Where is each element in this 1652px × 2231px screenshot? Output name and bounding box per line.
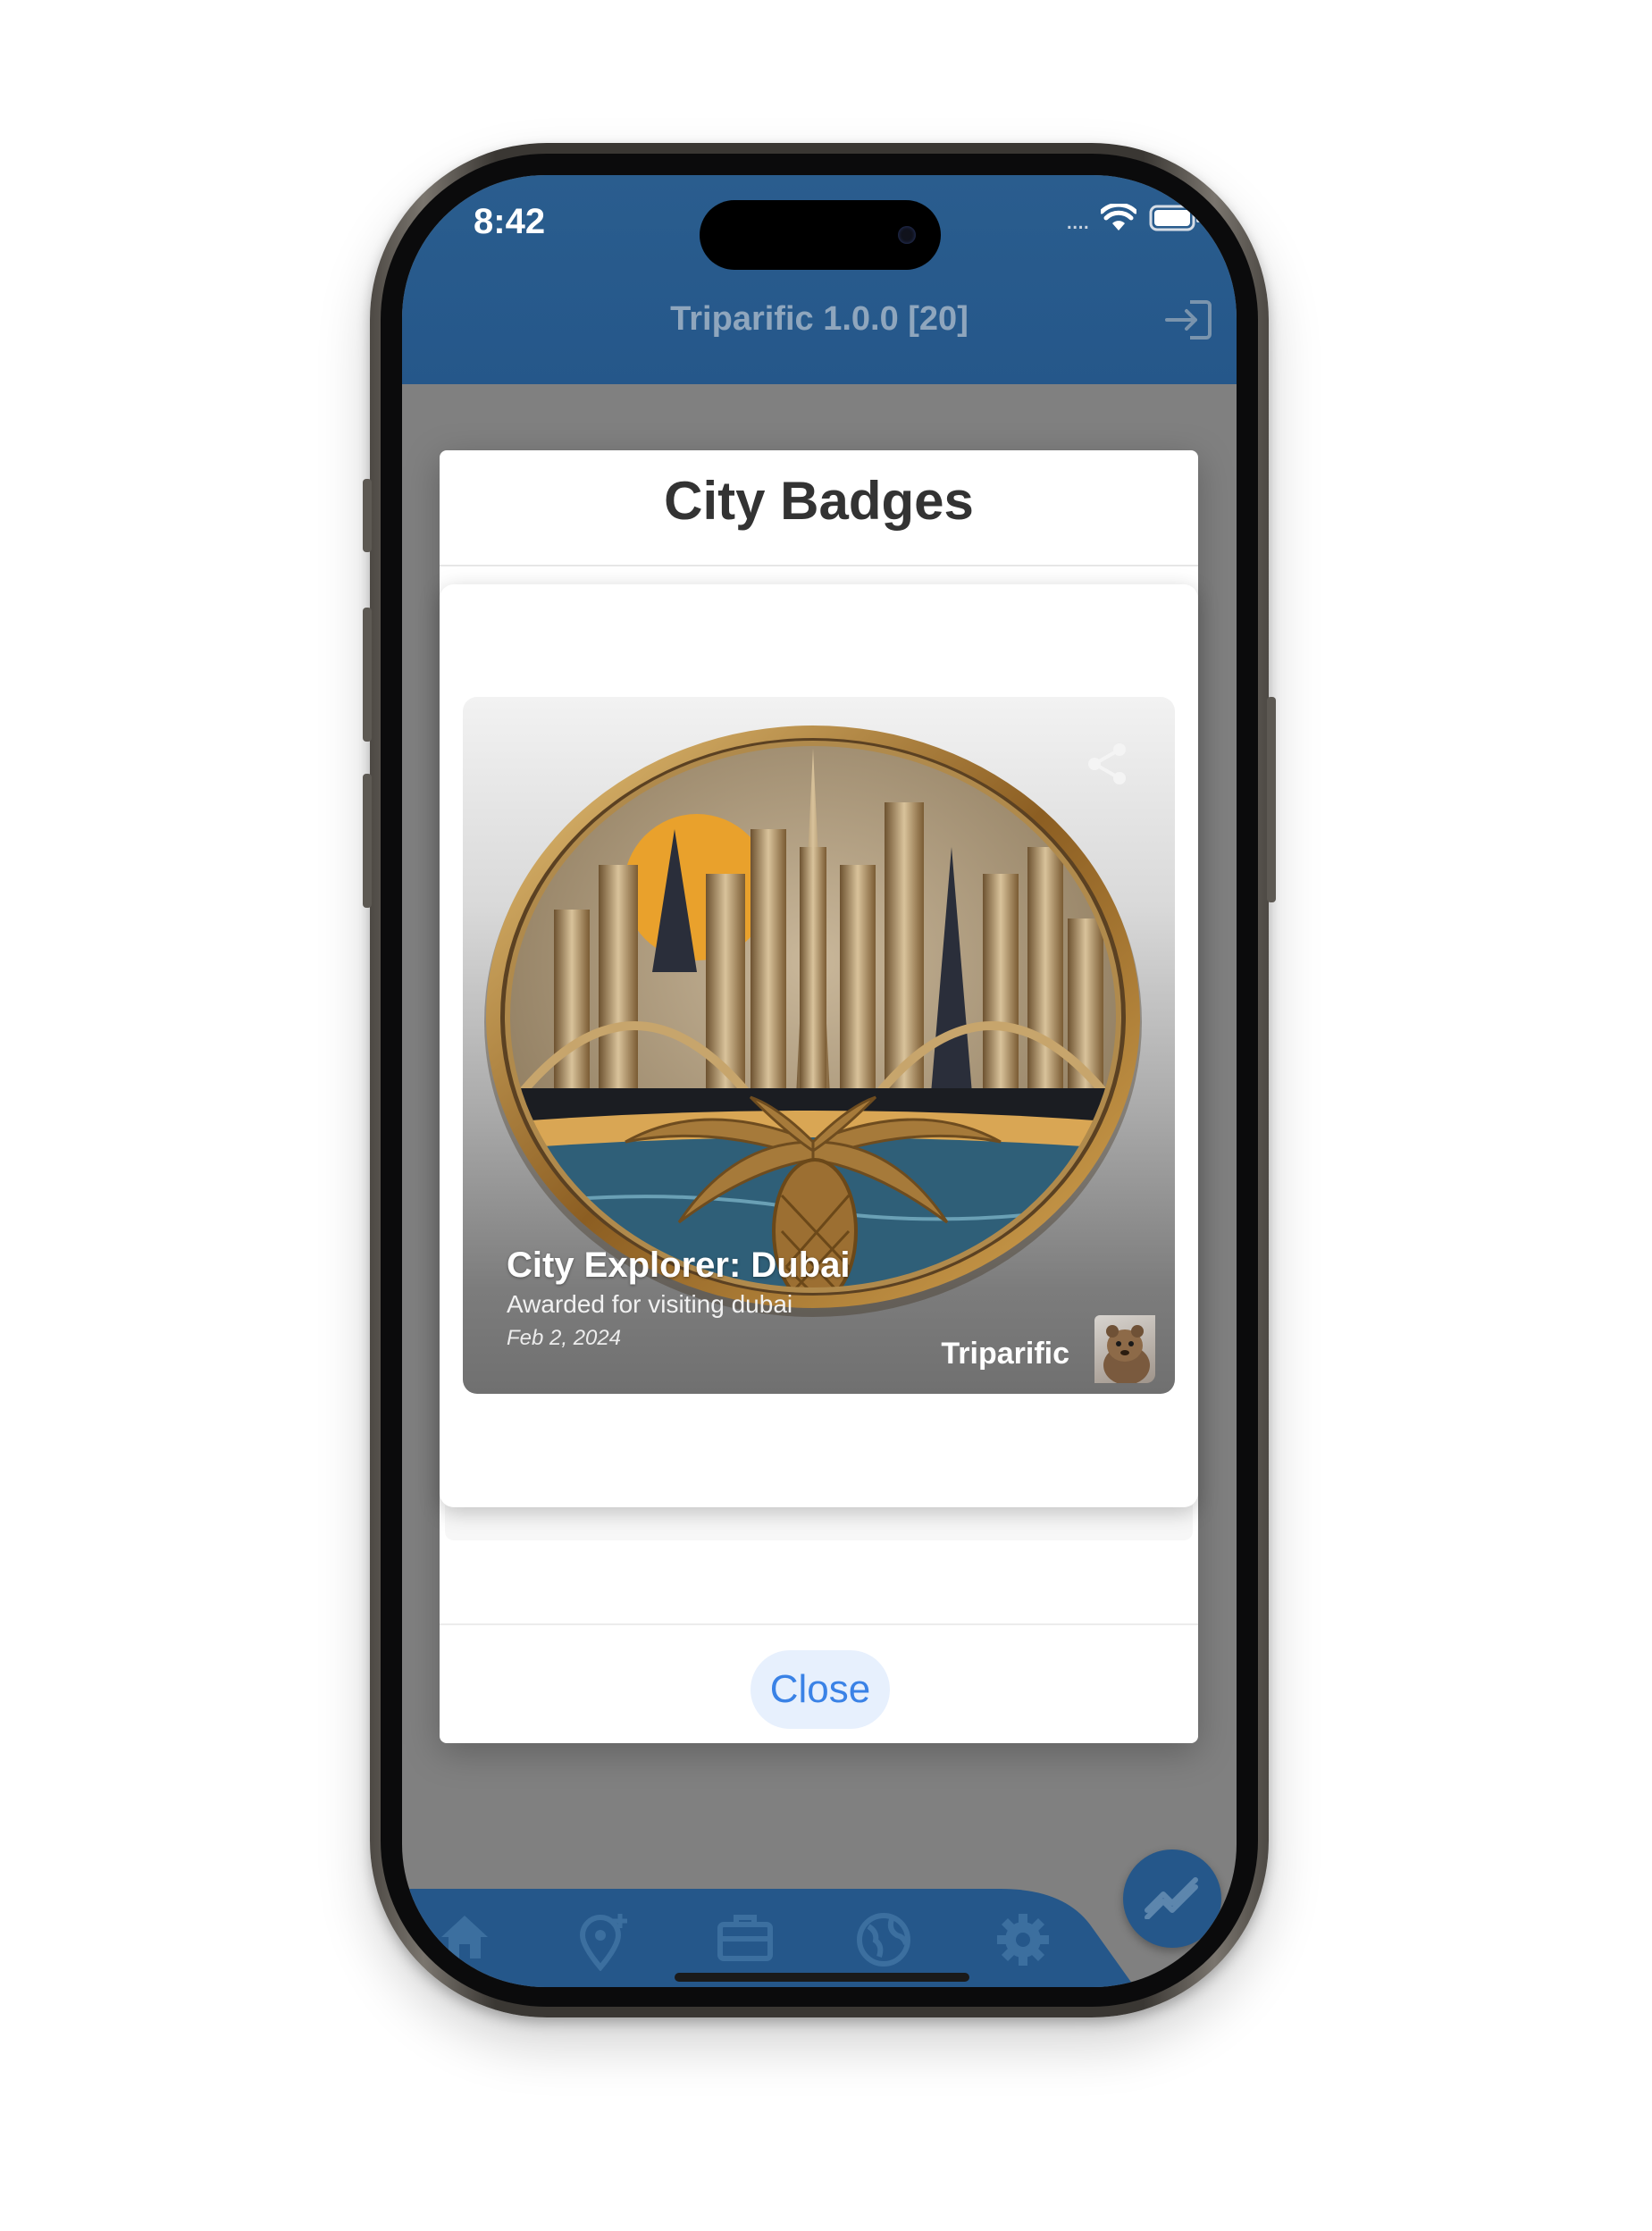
status-time: 8:42 [474,202,546,241]
brand-label: Triparific [941,1337,1069,1371]
quokka-avatar [1094,1315,1155,1383]
home-icon[interactable] [438,1912,491,1967]
signal-indicator: .... [1065,205,1090,235]
trending-fab-button[interactable] [1123,1849,1221,1948]
battery-icon [1149,205,1201,236]
share-icon[interactable] [1086,742,1128,791]
dynamic-island [700,200,941,270]
city-badges-modal: City Badges City Explorer: Dubai Awarded… [440,450,1198,1743]
badge-date: Feb 2, 2024 [507,1326,622,1350]
close-button[interactable]: Close [751,1650,890,1729]
action-button [363,479,372,552]
logout-icon[interactable] [1163,297,1213,348]
badge-description: Awarded for visiting dubai [507,1290,793,1318]
power-button [1267,697,1276,902]
app-title: Triparific 1.0.0 [20] [670,300,969,338]
wifi-icon [1099,202,1138,237]
home-indicator[interactable] [675,1973,969,1982]
dubai-skyline-badge [484,725,1142,1317]
divider [440,1623,1198,1625]
app-bar: 8:42 .... Triparific 1.0.0 [20] [402,175,1237,384]
badge-detail-card: City Explorer: Dubai Awarded for visitin… [440,584,1198,1507]
globe-icon[interactable] [856,1912,911,1972]
gear-icon[interactable] [995,1912,1051,1972]
volume-up-button [363,608,372,742]
status-icons: .... [1065,202,1201,237]
screen: 8:42 .... Triparific 1.0.0 [20] City Bad… [402,175,1237,1987]
badge-image-panel: City Explorer: Dubai Awarded for visitin… [463,697,1175,1394]
badge-name: City Explorer: Dubai [507,1246,851,1285]
modal-title: City Badges [664,471,974,531]
briefcase-icon[interactable] [717,1912,774,1967]
front-camera [898,226,916,244]
volume-down-button [363,774,372,908]
add-location-icon[interactable] [577,1912,631,1975]
divider [440,565,1198,566]
trending-icon [1144,1875,1201,1924]
